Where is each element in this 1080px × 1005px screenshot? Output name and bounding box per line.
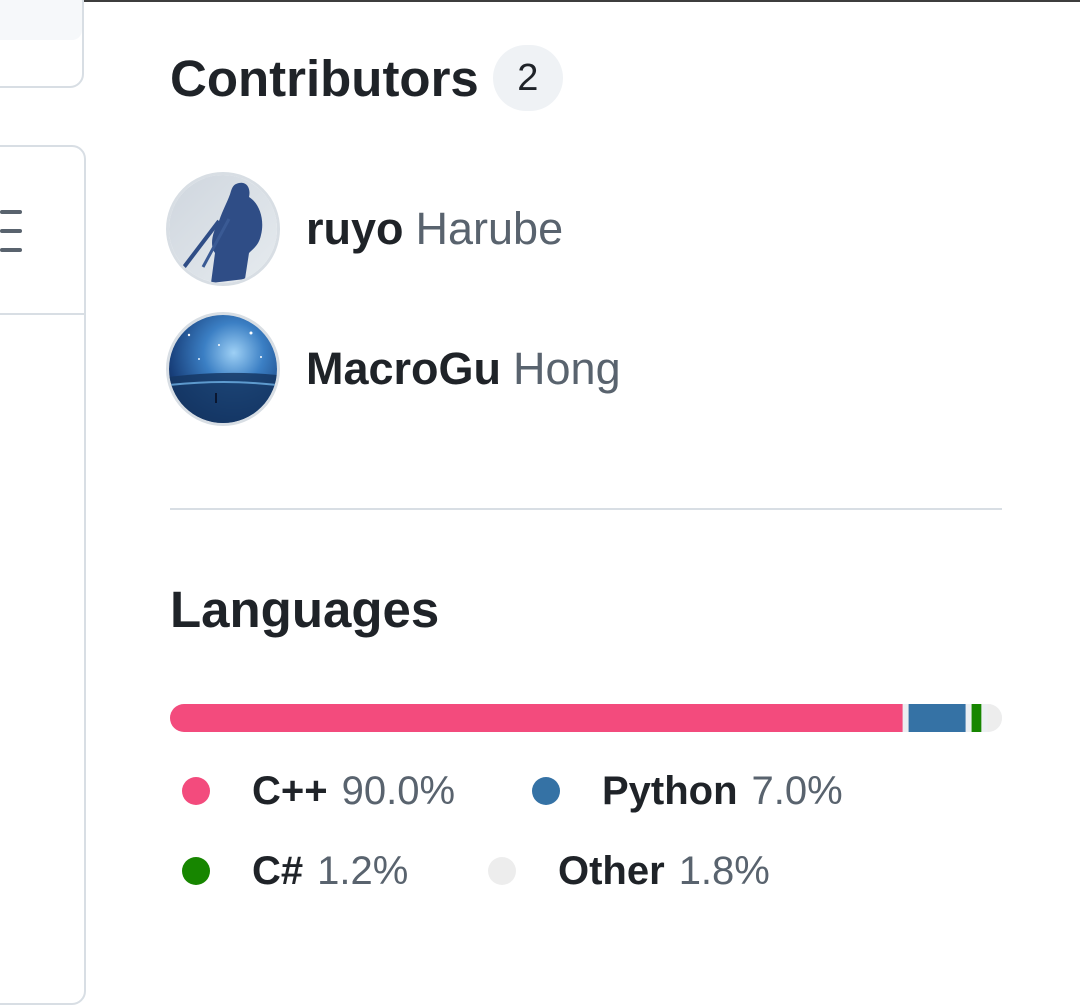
avatar[interactable] — [166, 172, 280, 286]
languages-title: Languages — [170, 581, 440, 638]
legend-language-percent: 7.0% — [751, 768, 843, 813]
legend-language-percent: 1.2% — [317, 848, 409, 893]
legend-language-percent: 1.8% — [678, 848, 770, 893]
contributor-text: MacroGu Hong — [306, 343, 621, 395]
left-file-panel — [0, 145, 86, 1005]
language-segment-c-[interactable] — [170, 704, 903, 732]
contributor-text: ruyo Harube — [306, 203, 563, 255]
avatar-silhouette-image — [169, 175, 277, 283]
legend-language-percent: 90.0% — [341, 768, 456, 813]
contributors-count-badge: 2 — [492, 45, 563, 111]
python-color-dot — [532, 777, 560, 805]
legend-item-cpp[interactable]: C++ 90.0% — [182, 766, 455, 816]
legend-item-other: Other 1.8% — [488, 846, 770, 896]
csharp-color-dot — [182, 857, 210, 885]
left-panel-card-footer — [0, 0, 82, 40]
language-bar — [170, 704, 1002, 732]
contributor-macrogu[interactable]: MacroGu Hong — [166, 310, 621, 428]
other-color-dot — [488, 857, 516, 885]
legend-item-python[interactable]: Python 7.0% — [532, 766, 843, 816]
window-top-border — [0, 0, 1080, 2]
legend-item-csharp[interactable]: C# 1.2% — [182, 846, 408, 896]
language-bar-segments — [170, 704, 1002, 732]
contributor-name: Hong — [513, 343, 621, 394]
legend-language-name: Other — [558, 848, 665, 893]
language-segment-c-[interactable] — [971, 704, 982, 732]
hamburger-menu-icon[interactable] — [0, 210, 22, 252]
language-segment-other[interactable] — [987, 704, 1002, 732]
legend-language-name: C++ — [252, 768, 328, 813]
section-divider — [170, 508, 1002, 510]
avatar-night-sky-image — [169, 315, 277, 423]
language-segment-python[interactable] — [908, 704, 966, 732]
contributors-title[interactable]: Contributors — [170, 53, 479, 104]
cpp-color-dot — [182, 777, 210, 805]
contributors-header: Contributors 2 — [170, 40, 563, 116]
contributor-login: ruyo — [306, 203, 404, 254]
avatar[interactable] — [166, 312, 280, 426]
contributor-login: MacroGu — [306, 343, 502, 394]
contributor-name: Harube — [415, 203, 564, 254]
left-panel-divider — [0, 313, 84, 315]
contributor-ruyo[interactable]: ruyo Harube — [166, 170, 563, 288]
legend-language-name: Python — [602, 768, 738, 813]
legend-language-name: C# — [252, 848, 304, 893]
